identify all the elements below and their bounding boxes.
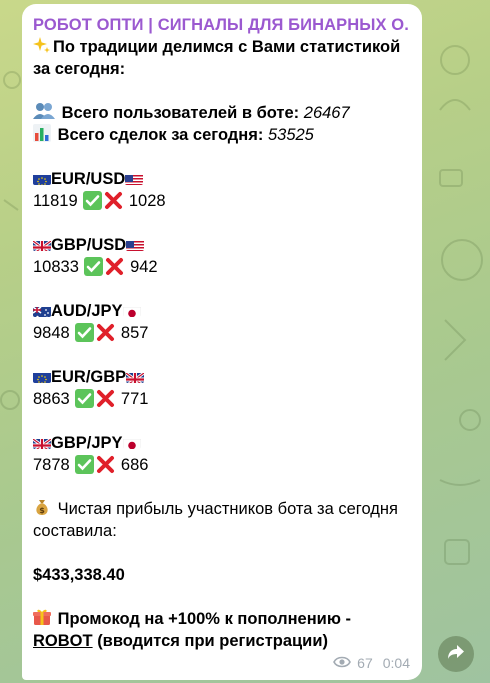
- intro-text-1: По традиции делимся с Вами статистикой: [53, 38, 401, 56]
- profit-text-2: составила:: [33, 522, 117, 540]
- wins-count: 11819: [33, 192, 78, 210]
- wins-count: 8863: [33, 390, 70, 408]
- pair-heading: AUD/JPY: [33, 300, 410, 322]
- bar-chart-icon: [33, 124, 51, 146]
- channel-name[interactable]: РОБОТ ОПТИ | СИГНАЛЫ ДЛЯ БИНАРНЫХ О...: [33, 14, 410, 36]
- check-mark-button-icon: [75, 455, 95, 474]
- message-text: По традиции делимся с Вами статистикой з…: [33, 36, 410, 652]
- losses-count: 942: [130, 258, 158, 276]
- deals-value: 53525: [267, 126, 314, 144]
- check-mark-button-icon: [75, 323, 95, 342]
- check-mark-button-icon: [83, 191, 103, 210]
- promo-note: (вводится при регистрации): [97, 632, 328, 650]
- pair-result: 7878 686: [33, 454, 410, 476]
- promo-text: Промокод на +100% к пополнению -: [57, 610, 351, 628]
- pair-name: EUR/GBP: [51, 368, 127, 386]
- svg-text:$: $: [39, 506, 45, 515]
- promo-line: Промокод на +100% к пополнению -: [33, 608, 410, 630]
- pair-name: AUD/JPY: [51, 302, 123, 320]
- deals-stat: Всего сделок за сегодня: 53525: [33, 124, 410, 146]
- losses-count: 686: [120, 456, 149, 474]
- pair-result: 9848 857: [33, 322, 410, 344]
- share-arrow-icon: [447, 644, 465, 665]
- wins-count: 10833: [33, 258, 79, 276]
- profit-text-1: Чистая прибыль участников бота за сегодн…: [57, 500, 398, 518]
- pair-name: EUR/USD: [51, 170, 126, 188]
- cross-mark-icon: [96, 389, 115, 408]
- promo-code[interactable]: ROBOT: [33, 632, 93, 650]
- intro-text-2: за сегодня:: [33, 60, 126, 78]
- sparkles-icon: [33, 36, 51, 58]
- profit-line: $ Чистая прибыль участников бота за сего…: [33, 498, 410, 520]
- losses-count: 1028: [128, 192, 166, 210]
- users-stat: Всего пользователей в боте: 26467: [33, 102, 410, 124]
- pair-heading: GBP/USD: [33, 234, 410, 256]
- deals-label: Всего сделок за сегодня:: [57, 126, 264, 144]
- pair-heading: EUR/GBP: [33, 366, 410, 388]
- check-mark-button-icon: [84, 257, 104, 276]
- jp-flag-icon: [122, 436, 141, 449]
- pair-heading: GBP/JPY: [33, 432, 410, 454]
- views-count: 67: [357, 655, 373, 671]
- busts-icon: [33, 102, 55, 124]
- promo-line-2: ROBOT (вводится при регистрации): [33, 630, 410, 652]
- intro-line: По традиции делимся с Вами статистикой: [33, 36, 410, 58]
- uk-flag-icon: [126, 370, 145, 383]
- uk-flag-icon: [33, 436, 51, 449]
- eu-flag-icon: [33, 370, 51, 383]
- pair-name: GBP/JPY: [51, 434, 123, 452]
- pair-result: 8863 771: [33, 388, 410, 410]
- us-flag-icon: [125, 172, 144, 185]
- pair-result: 11819 1028: [33, 190, 410, 212]
- wins-count: 9848: [33, 324, 70, 342]
- message-bubble[interactable]: РОБОТ ОПТИ | СИГНАЛЫ ДЛЯ БИНАРНЫХ О... П…: [22, 4, 422, 680]
- eu-flag-icon: [33, 172, 51, 185]
- money-bag-icon: $: [33, 498, 51, 520]
- cross-mark-icon: [96, 455, 115, 474]
- users-label: Всего пользователей в боте:: [61, 104, 300, 122]
- cross-mark-icon: [104, 191, 123, 210]
- pair-result: 10833 942: [33, 256, 410, 278]
- cross-mark-icon: [96, 323, 115, 342]
- cross-mark-icon: [105, 257, 124, 276]
- message-time: 0:04: [382, 655, 410, 671]
- wins-count: 7878: [33, 456, 70, 474]
- profit-value: $433,338.40: [33, 566, 125, 584]
- jp-flag-icon: [122, 304, 141, 317]
- us-flag-icon: [126, 238, 145, 251]
- losses-count: 857: [120, 324, 149, 342]
- au-flag-icon: [33, 304, 51, 317]
- share-button[interactable]: [438, 636, 474, 672]
- gift-icon: [33, 608, 51, 630]
- message-meta: 67 0:04: [333, 655, 410, 671]
- uk-flag-icon: [33, 238, 51, 251]
- check-mark-button-icon: [75, 389, 95, 408]
- pair-name: GBP/USD: [51, 236, 127, 254]
- users-value: 26467: [303, 104, 350, 122]
- losses-count: 771: [120, 390, 149, 408]
- eye-icon: [333, 655, 352, 671]
- pair-heading: EUR/USD: [33, 168, 410, 190]
